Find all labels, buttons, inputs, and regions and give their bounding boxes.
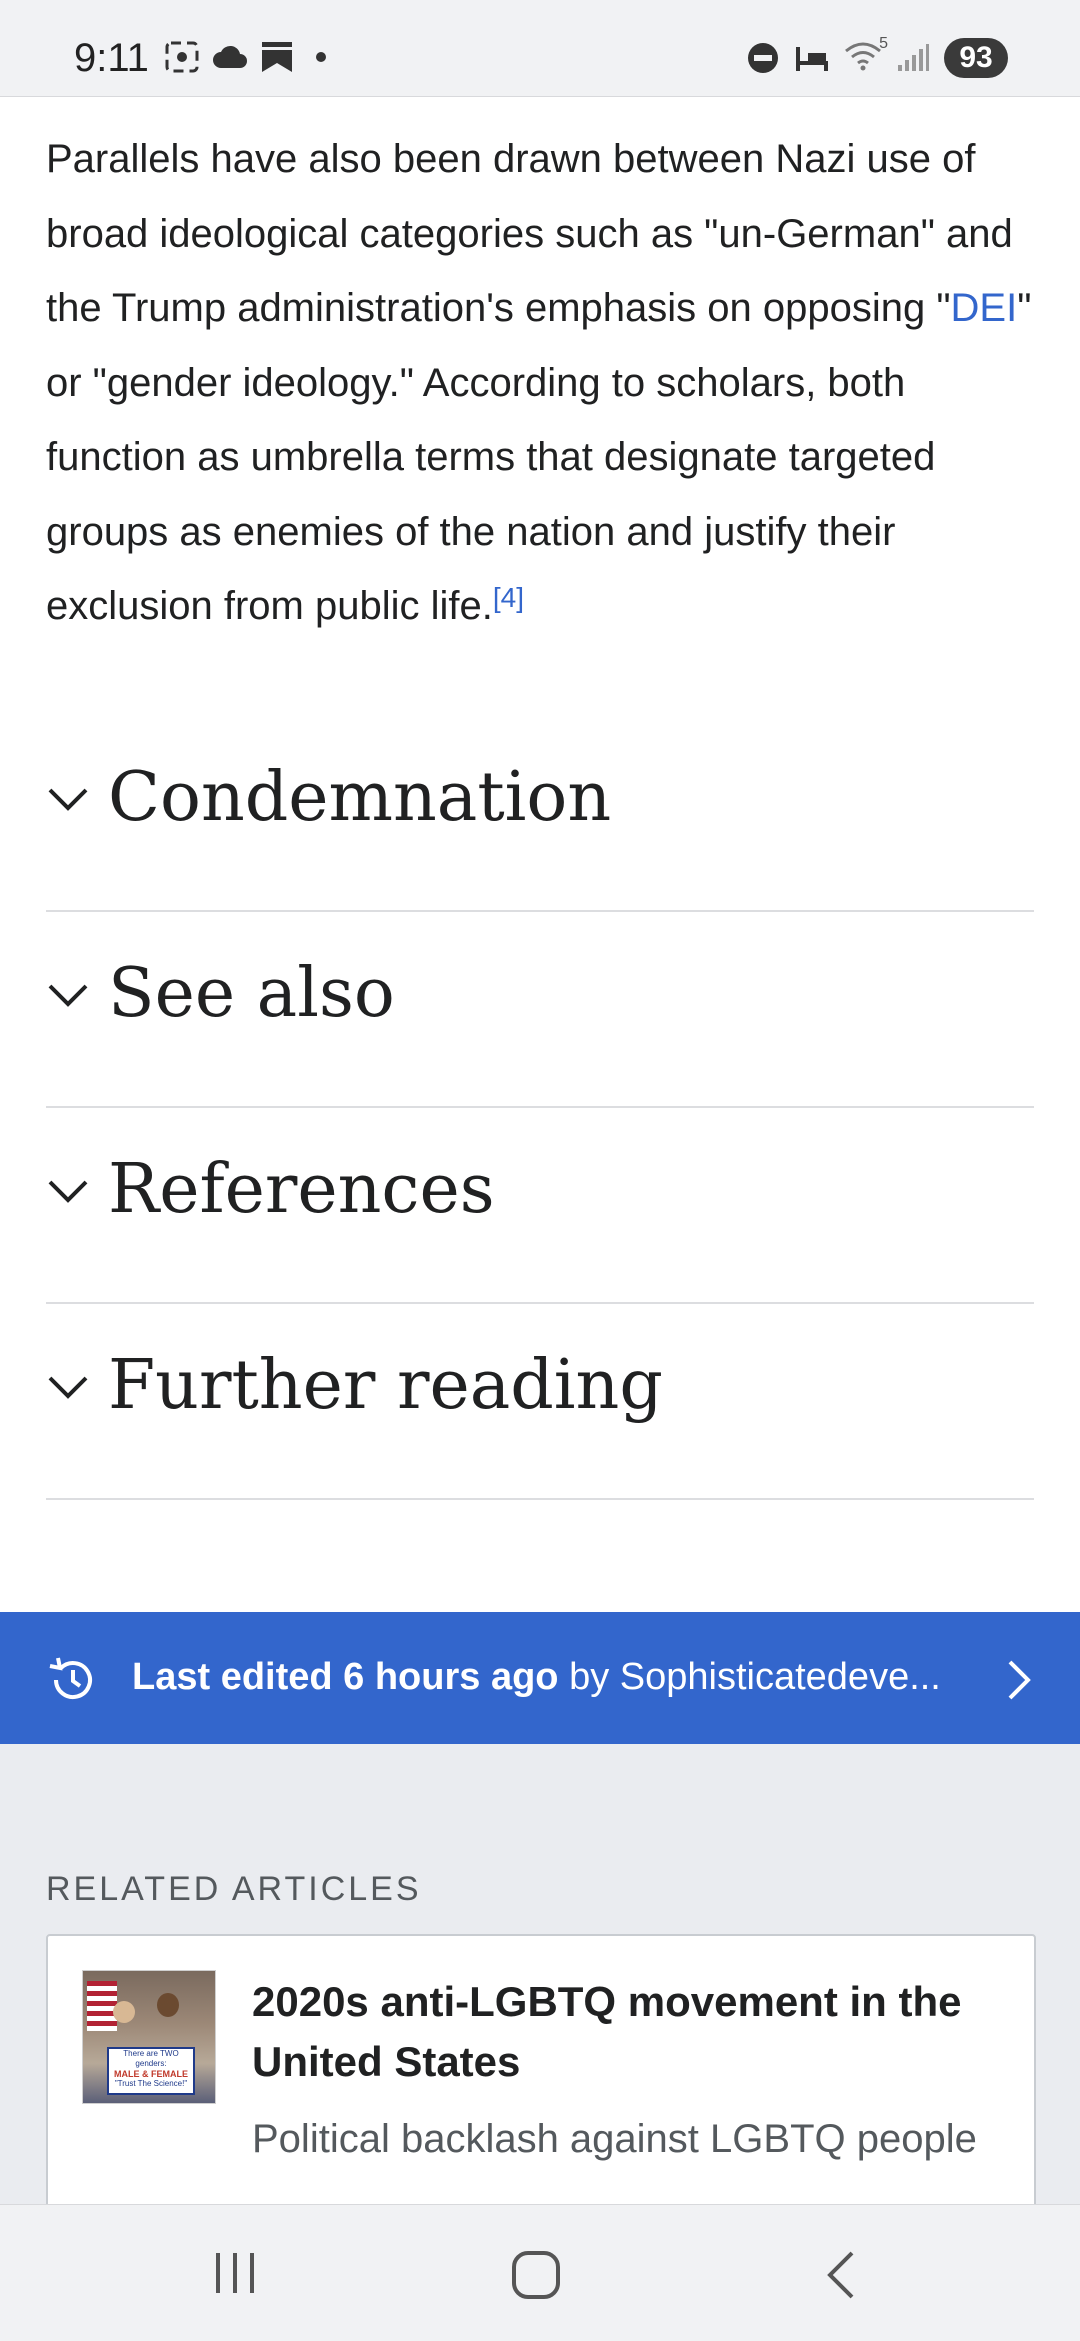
wifi-icon: [845, 42, 881, 70]
related-article-title: 2020s anti-LGBTQ movement in the United …: [252, 1978, 962, 2085]
sign-text-1: There are TWO genders:: [123, 2049, 179, 2068]
paragraph-text-start: Parallels have also been drawn between N…: [46, 137, 1013, 330]
section-heading: Condemnation: [108, 758, 612, 837]
back-button[interactable]: [822, 2249, 858, 2301]
last-edited-banner[interactable]: Last edited 6 hours ago by Sophisticated…: [0, 1612, 1080, 1744]
related-articles-heading: RELATED ARTICLES: [46, 1870, 422, 1908]
chevron-down-icon: [48, 984, 88, 1007]
last-edited-user: by Sophisticatedeve...: [558, 1656, 941, 1698]
last-edited-time: Last edited 6 hours ago: [132, 1656, 559, 1698]
section-see-also[interactable]: See also: [46, 910, 1034, 1108]
person-graphic: [157, 1993, 179, 2017]
history-icon: [49, 1657, 92, 1700]
section-condemnation[interactable]: Condemnation: [46, 714, 1034, 912]
citation-link[interactable]: [4]: [493, 582, 524, 613]
last-edited-text: Last edited 6 hours ago by Sophisticated…: [132, 1656, 941, 1699]
dei-link[interactable]: DEI: [951, 286, 1018, 330]
recent-apps-button[interactable]: [212, 2249, 258, 2297]
paragraph-text-end: " or "gender ideology." According to sch…: [46, 286, 1032, 628]
section-references[interactable]: References: [46, 1106, 1034, 1304]
chevron-right-icon: [1008, 1660, 1031, 1700]
status-time: 9:11: [74, 36, 149, 80]
sleep-icon: [796, 47, 828, 71]
bookmark-icon: [262, 42, 292, 72]
section-heading: See also: [108, 954, 395, 1033]
battery-indicator: 93: [944, 38, 1008, 78]
signal-icon: [898, 44, 929, 71]
section-heading: References: [108, 1150, 495, 1229]
section-further-reading[interactable]: Further reading: [46, 1302, 1034, 1500]
article-paragraph: Parallels have also been drawn between N…: [46, 122, 1036, 644]
section-heading: Further reading: [108, 1346, 663, 1425]
do-not-disturb-icon: [748, 43, 778, 73]
screenshot-icon: [165, 41, 199, 73]
sign-text-3: "Trust The Science!": [114, 2079, 188, 2088]
related-article-thumbnail: There are TWO genders: MALE & FEMALE "Tr…: [82, 1970, 216, 2104]
status-bar: 9:11 5 93: [0, 0, 1080, 97]
home-button[interactable]: [510, 2249, 562, 2301]
dot-icon: [316, 52, 326, 62]
cloud-icon: [213, 45, 247, 68]
chevron-down-icon: [48, 788, 88, 811]
person-graphic: [113, 2001, 135, 2023]
flag-graphic: [87, 1981, 117, 2031]
chevron-down-icon: [48, 1376, 88, 1399]
system-nav-bar: [0, 2204, 1080, 2341]
related-article-description: Political backlash against LGBTQ people: [252, 2117, 977, 2161]
sign-text-2: MALE & FEMALE: [114, 2069, 188, 2079]
related-article-card[interactable]: There are TWO genders: MALE & FEMALE "Tr…: [46, 1934, 1036, 2238]
chevron-down-icon: [48, 1180, 88, 1203]
wifi-label: 5: [879, 34, 888, 52]
thumbnail-sign: There are TWO genders: MALE & FEMALE "Tr…: [107, 2047, 195, 2095]
